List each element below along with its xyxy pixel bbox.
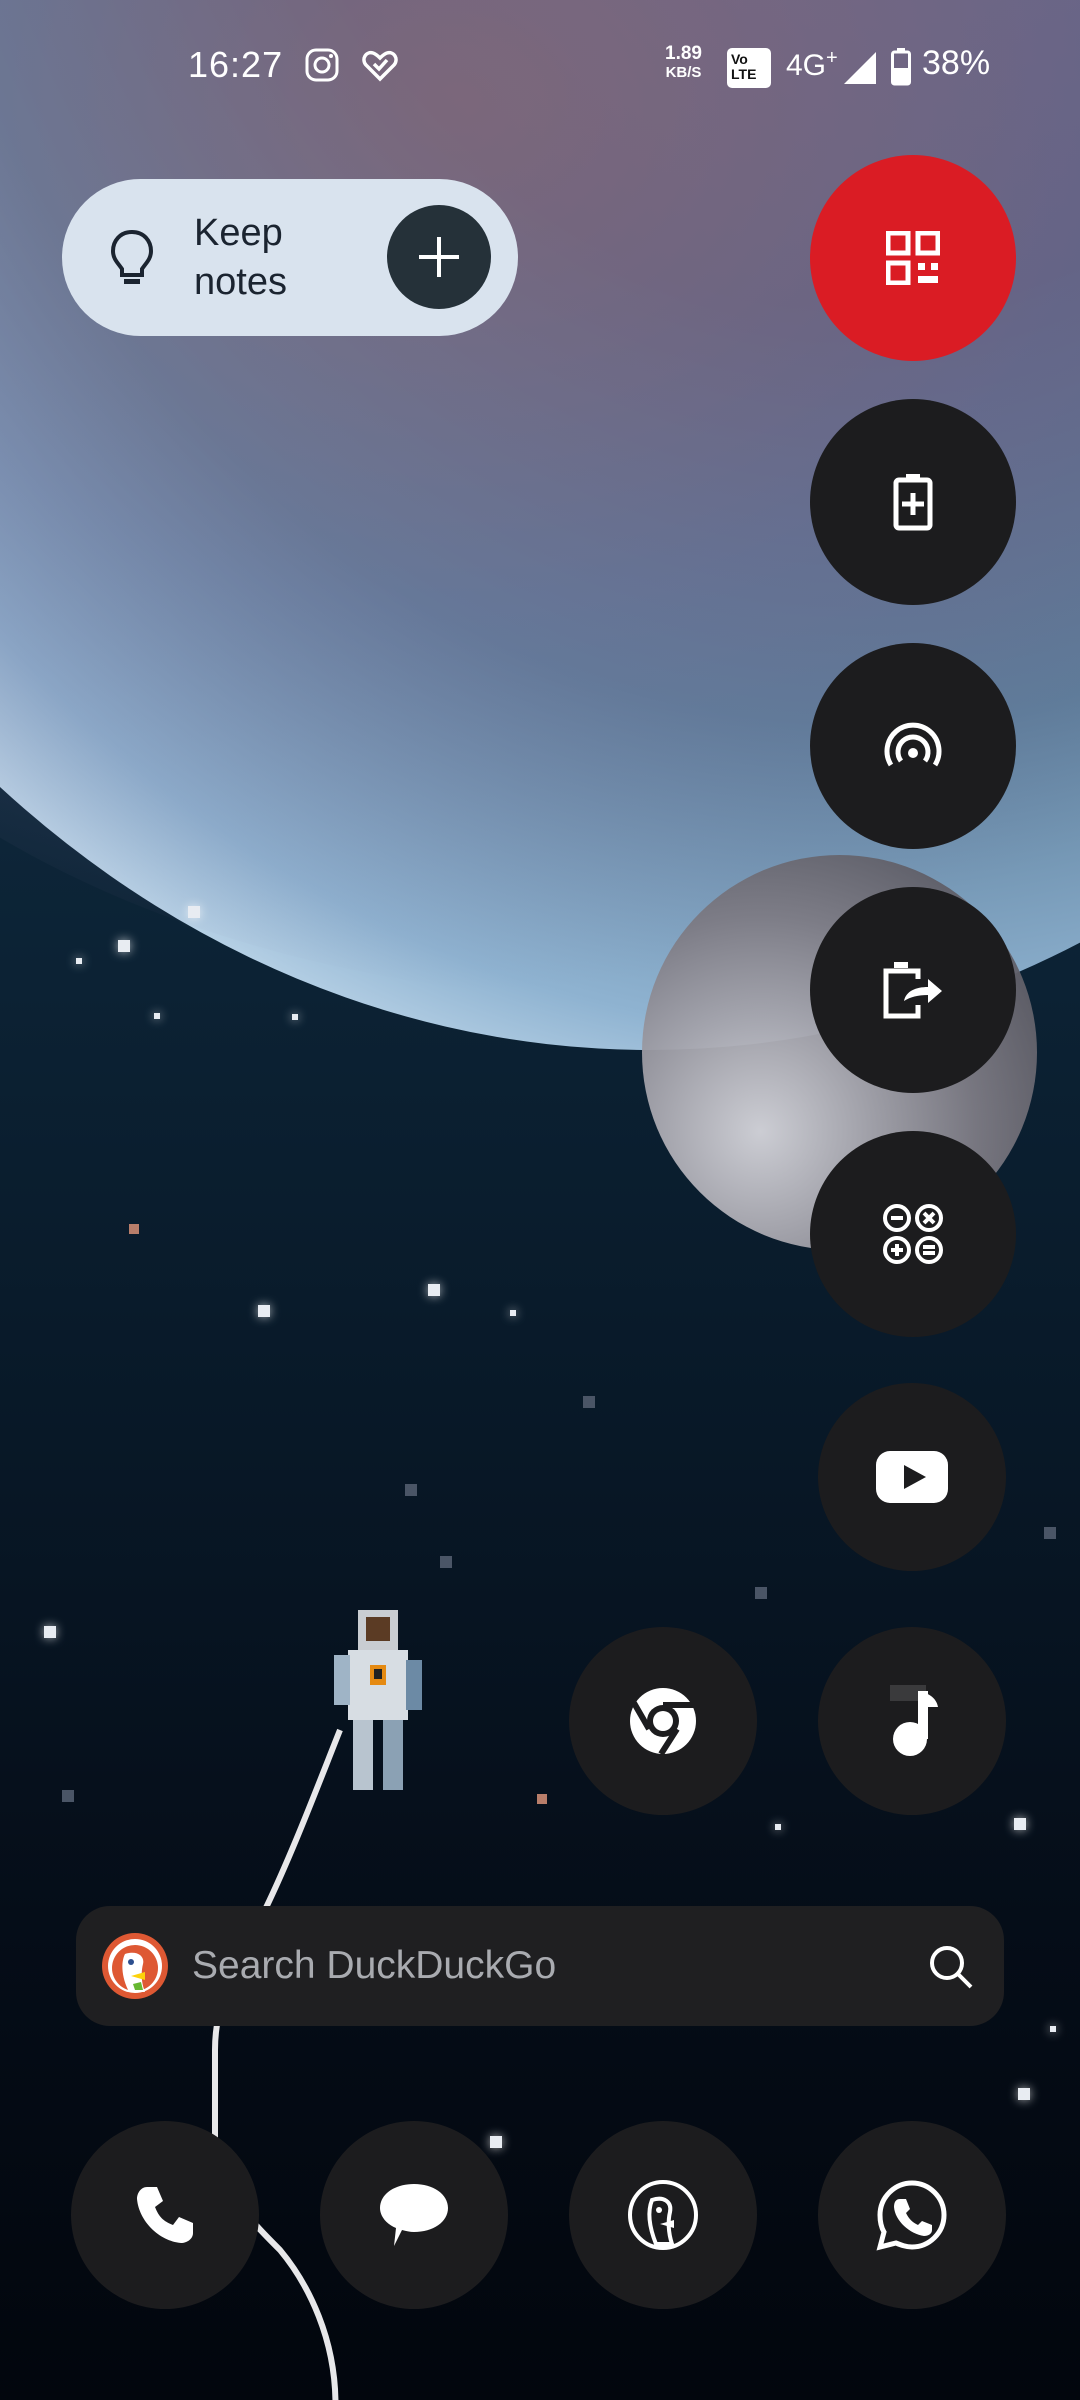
keep-label-line2: notes <box>194 261 287 303</box>
star <box>118 940 130 952</box>
youtube-app[interactable] <box>818 1383 1006 1571</box>
astronaut-tether <box>212 1728 343 2400</box>
battery-saver-button[interactable] <box>810 399 1016 605</box>
star <box>405 1484 417 1496</box>
duckduckgo-icon <box>628 2180 698 2250</box>
star <box>1044 1527 1056 1539</box>
lightbulb-icon <box>110 229 154 284</box>
star <box>129 1224 139 1234</box>
battery-icon <box>891 48 911 86</box>
battery-saver-icon <box>893 474 933 531</box>
keep-notes-label: Keep notes <box>194 209 324 307</box>
speed-value: 1.89 <box>665 43 702 64</box>
network-sup: + <box>826 47 838 69</box>
whatsapp-app[interactable] <box>818 2121 1006 2309</box>
volte-bottom: LTE <box>731 66 757 82</box>
battery-percent: 38% <box>922 44 991 82</box>
star <box>258 1305 270 1317</box>
speed-unit: KB/S <box>665 64 702 81</box>
volte-badge: Vo LTE <box>727 48 771 88</box>
network-type: 4G+ <box>786 47 838 83</box>
heart-check-icon <box>362 50 398 82</box>
chrome-app[interactable] <box>569 1627 757 1815</box>
phone-icon <box>137 2187 193 2243</box>
duckduckgo-app[interactable] <box>569 2121 757 2309</box>
phone-app[interactable] <box>71 2121 259 2309</box>
duckduckgo-search-bar[interactable]: Search DuckDuckGo <box>76 1906 1004 2026</box>
calculator-button[interactable] <box>810 1131 1016 1337</box>
star <box>755 1587 767 1599</box>
screen-cast-button[interactable] <box>810 887 1016 1093</box>
star <box>775 1824 781 1830</box>
chrome-icon <box>630 1688 696 1756</box>
keep-label-line1: Keep <box>194 212 283 254</box>
star <box>510 1310 516 1316</box>
star <box>188 906 200 918</box>
qr-scan-icon <box>886 231 940 285</box>
network-speed: 1.89 KB/S <box>665 44 702 82</box>
star <box>490 2136 502 2148</box>
star <box>76 958 82 964</box>
star <box>292 1014 298 1020</box>
star <box>1018 2088 1030 2100</box>
star <box>1014 1818 1026 1830</box>
status-bar: 16:27 1.89 KB/S Vo LTE 4G+ 38% <box>0 0 1080 136</box>
signal-icon <box>844 52 876 84</box>
star <box>154 1013 160 1019</box>
star <box>62 1790 74 1802</box>
star <box>44 1626 56 1638</box>
qr-scan-button[interactable] <box>810 155 1016 361</box>
volte-top: Vo <box>731 51 748 67</box>
instagram-icon <box>305 48 339 82</box>
messages-icon <box>380 2184 448 2246</box>
star <box>1050 2026 1056 2032</box>
music-icon <box>890 1685 938 1756</box>
plus-icon <box>419 237 459 277</box>
search-placeholder: Search DuckDuckGo <box>192 1944 557 1987</box>
screen-cast-icon <box>883 962 942 1019</box>
star <box>440 1556 452 1568</box>
star <box>537 1794 547 1804</box>
music-app[interactable] <box>818 1627 1006 1815</box>
youtube-icon <box>876 1451 948 1503</box>
duckduckgo-logo-icon <box>102 1933 168 1999</box>
keep-notes-widget[interactable]: Keep notes <box>62 179 518 336</box>
keep-add-button[interactable] <box>387 205 491 309</box>
clock: 16:27 <box>188 44 284 85</box>
hotspot-button[interactable] <box>810 643 1016 849</box>
hotspot-icon <box>884 722 942 767</box>
calculator-icon <box>883 1204 943 1264</box>
astronaut <box>334 1610 422 1790</box>
star <box>583 1396 595 1408</box>
network-label: 4G <box>786 49 827 82</box>
messages-app[interactable] <box>320 2121 508 2309</box>
star <box>428 1284 440 1296</box>
search-icon[interactable] <box>928 1944 974 1990</box>
whatsapp-icon <box>876 2180 947 2251</box>
